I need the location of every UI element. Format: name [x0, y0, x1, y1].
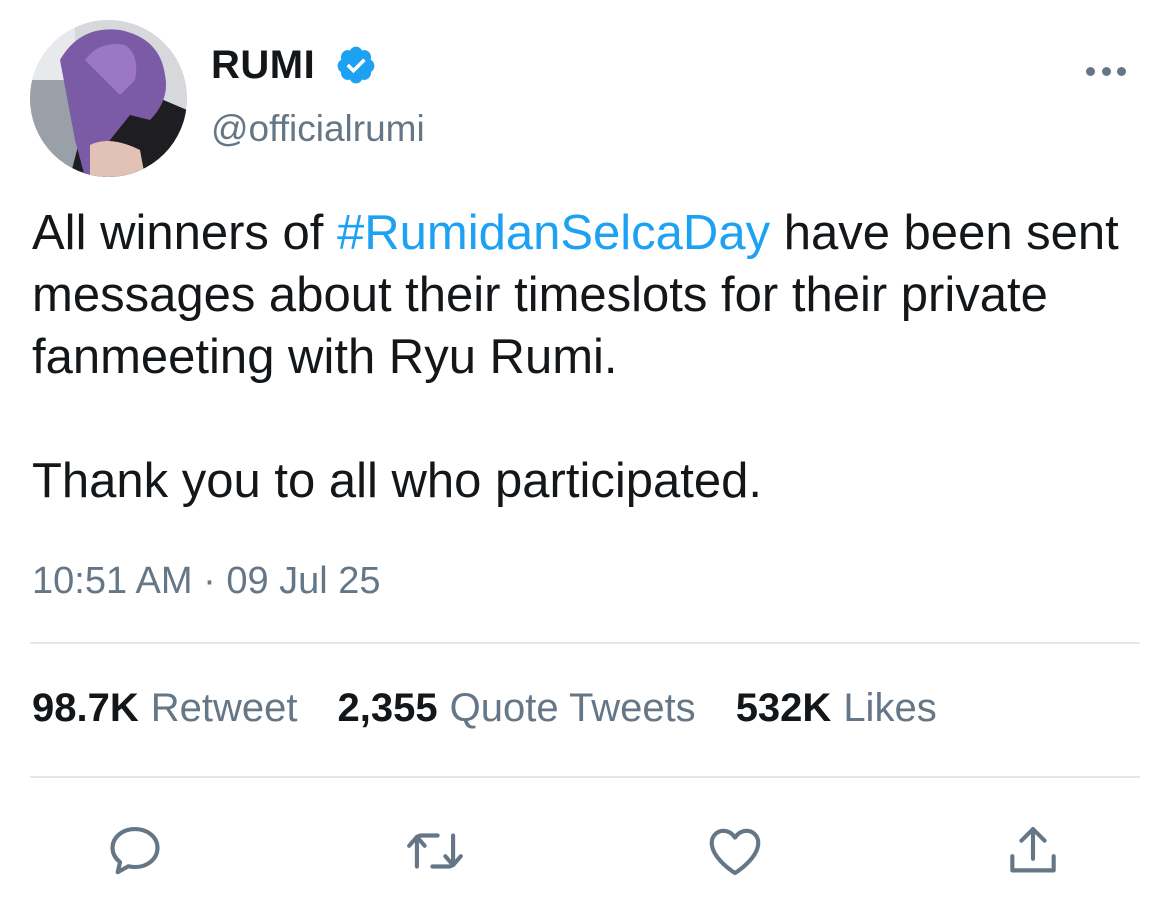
- name-row: RUMI: [211, 40, 377, 90]
- retweet-icon[interactable]: [404, 820, 466, 882]
- quote-tweet-count[interactable]: 2,355 Quote Tweets: [338, 686, 696, 731]
- like-count[interactable]: 532K Likes: [736, 686, 937, 731]
- display-name[interactable]: RUMI: [211, 43, 315, 88]
- avatar-image: [30, 20, 187, 177]
- tweet: RUMI @officialrumi All winners of #Rumid…: [0, 0, 1170, 922]
- retweet-count[interactable]: 98.7K Retweet: [32, 686, 298, 731]
- like-count-number: 532K: [735, 686, 832, 730]
- tweet-timestamp[interactable]: 10:51 AM · 09 Jul 25: [32, 560, 381, 603]
- like-icon[interactable]: [704, 820, 766, 882]
- tweet-stats: 98.7K Retweet 2,355 Quote Tweets 532K Likes: [32, 686, 977, 731]
- tweet-text-before-hashtag: All winners of: [32, 206, 338, 260]
- retweet-count-number: 98.7K: [32, 686, 139, 730]
- more-dot: [1086, 66, 1095, 76]
- quote-count-label: Quote Tweets: [449, 686, 696, 730]
- tweet-body: All winners of #RumidanSelcaDay have bee…: [32, 202, 1162, 512]
- more-dot: [1117, 66, 1126, 76]
- verified-badge-icon: [335, 44, 377, 86]
- retweet-count-label: Retweet: [150, 686, 298, 730]
- quote-count-number: 2,355: [337, 686, 438, 730]
- divider: [30, 776, 1140, 778]
- reply-icon[interactable]: [104, 820, 166, 882]
- share-icon[interactable]: [1002, 820, 1064, 882]
- more-options-icon[interactable]: [1086, 58, 1126, 84]
- divider: [30, 642, 1140, 644]
- tweet-paragraph-2: Thank you to all who participated.: [32, 454, 762, 508]
- tweet-paragraph-1: All winners of #RumidanSelcaDay have bee…: [32, 202, 1162, 388]
- like-count-label: Likes: [843, 686, 937, 730]
- more-dot: [1101, 66, 1111, 76]
- user-handle[interactable]: @officialrumi: [211, 108, 425, 150]
- avatar[interactable]: [30, 20, 187, 177]
- hashtag-link[interactable]: #RumidanSelcaDay: [337, 206, 770, 260]
